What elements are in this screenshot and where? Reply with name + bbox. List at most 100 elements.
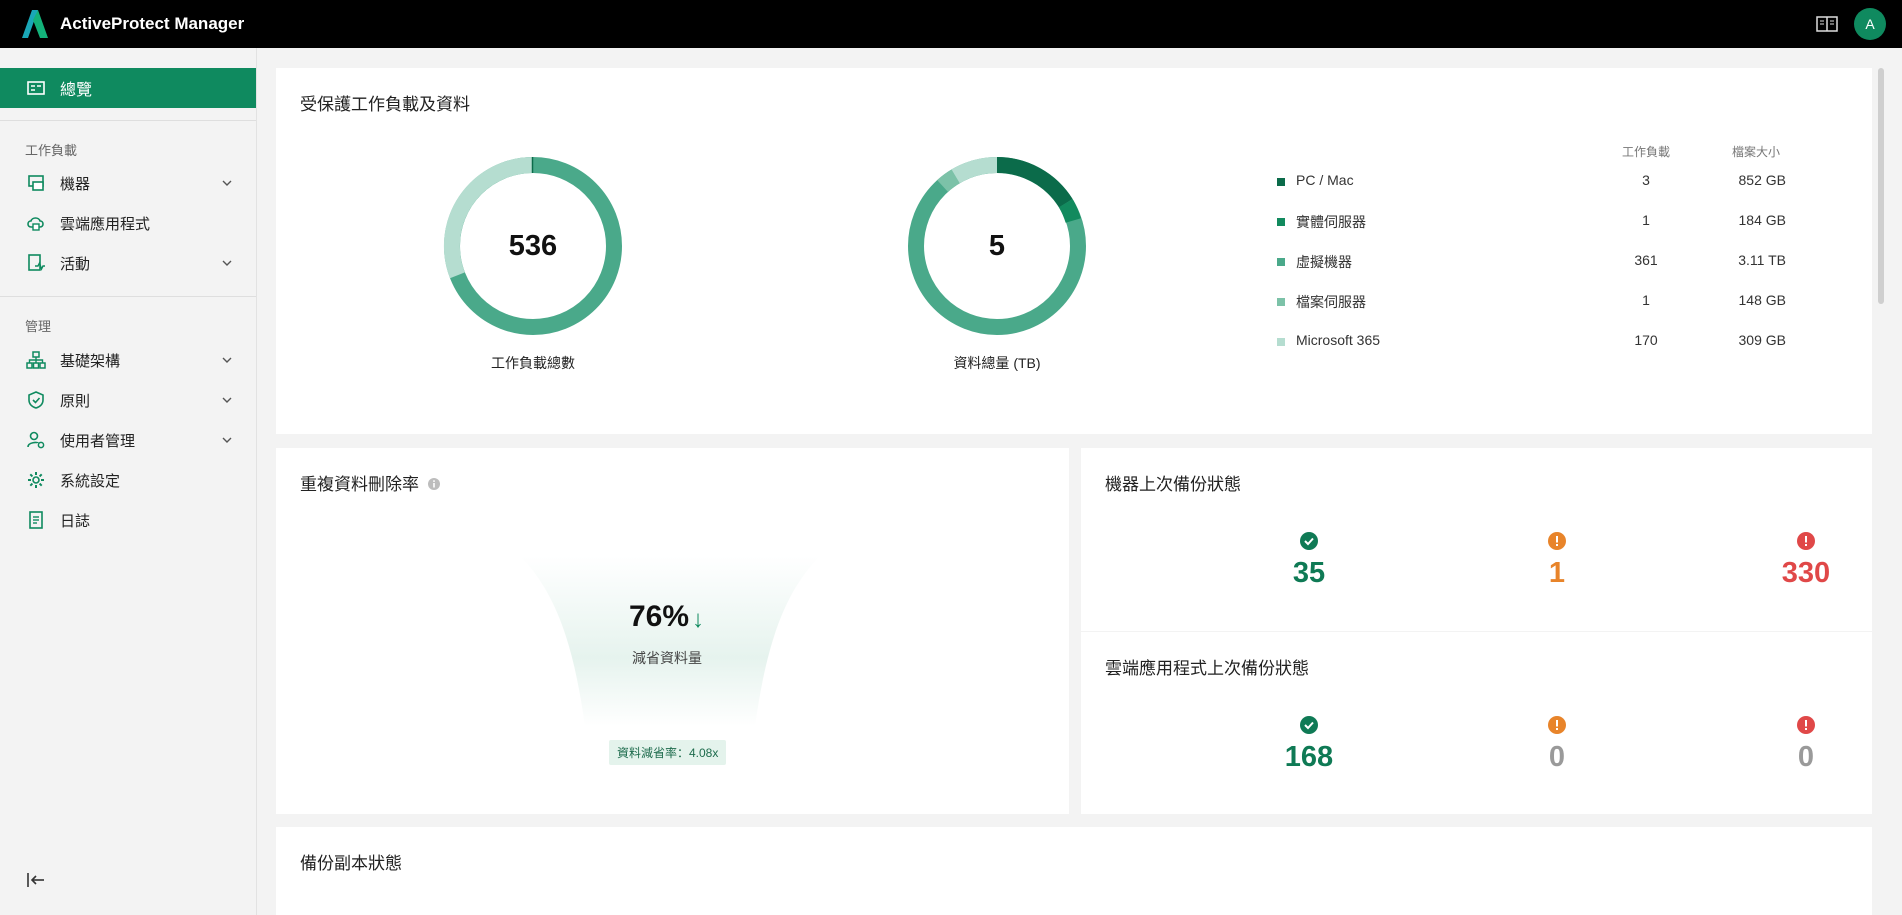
infrastructure-icon <box>26 351 46 369</box>
warning-icon <box>1548 716 1566 734</box>
shield-icon <box>28 391 44 409</box>
card-title: 機器上次備份狀態 <box>1105 475 1241 494</box>
help-book-icon[interactable] <box>1816 15 1838 33</box>
section-label-manage: 管理 <box>25 319 52 334</box>
success-check-icon <box>1300 716 1318 734</box>
activity-icon <box>28 254 45 271</box>
success-check-icon <box>1300 532 1318 550</box>
chevron-down-icon <box>222 357 232 363</box>
cloud-warning-stat: 0 <box>1477 716 1637 774</box>
legend-count: 361 <box>1634 252 1658 268</box>
sidebar-item-label: 活動 <box>60 255 91 273</box>
user-avatar[interactable]: A <box>1854 8 1886 40</box>
top-bar: ActiveProtect Manager A <box>0 0 1902 48</box>
warning-count: 1 <box>1548 557 1566 589</box>
card-title: 備份副本狀態 <box>300 854 402 873</box>
chevron-down-icon <box>222 437 232 443</box>
sidebar-item-label: 基礎架構 <box>60 352 121 370</box>
sidebar-item-label: 系統設定 <box>60 472 121 490</box>
sidebar-item-logs[interactable]: 日誌 <box>0 503 256 537</box>
error-icon <box>1797 532 1815 550</box>
sidebar-item-label: 日誌 <box>60 512 91 530</box>
machine-success-stat: 35 <box>1229 532 1389 590</box>
legend-count: 1 <box>1642 212 1650 228</box>
legend-row: 實體伺服器 1 184 GB <box>276 212 1816 232</box>
chevron-down-icon <box>222 397 232 403</box>
success-count: 168 <box>1284 741 1334 773</box>
sidebar-item-policies[interactable]: 原則 <box>0 383 256 417</box>
saved-label: 減省資料量 <box>632 650 702 666</box>
legend-row: Microsoft 365 170 309 GB <box>276 332 1816 352</box>
cloud-success-stat: 168 <box>1229 716 1389 774</box>
divider <box>0 296 256 297</box>
legend-swatch <box>1277 218 1285 226</box>
card-title: 受保護工作負載及資料 <box>300 95 470 114</box>
column-header-workload: 工作負載 <box>1621 145 1670 159</box>
error-count: 330 <box>1781 557 1831 589</box>
legend-size: 852 GB <box>1738 172 1786 188</box>
legend-size: 184 GB <box>1738 212 1786 228</box>
legend-count: 3 <box>1642 172 1650 188</box>
sidebar: 總覽 工作負載 機器 雲端應用程式 活動 管理 基礎架構 原則 使用者管理 系統… <box>0 48 257 915</box>
data-caption: 資料總量 (TB) <box>953 355 1041 371</box>
sidebar-item-label: 雲端應用程式 <box>60 215 151 233</box>
sidebar-item-system-settings[interactable]: 系統設定 <box>0 463 256 497</box>
arrow-down-icon: ↓ <box>692 606 704 633</box>
warning-icon <box>1548 532 1566 550</box>
dedup-card: 重複資料刪除率 76% ↓ 減省資料量 資料減省率：4.08x <box>276 448 1069 814</box>
overview-icon <box>27 81 45 95</box>
legend-name: Microsoft 365 <box>1296 332 1381 348</box>
page-scrollbar[interactable] <box>1878 68 1884 304</box>
legend-count: 1 <box>1642 292 1650 308</box>
legend-row: 虛擬機器 361 3.11 TB <box>276 252 1816 272</box>
warning-count: 0 <box>1548 741 1566 773</box>
cloud-icon <box>27 217 44 231</box>
chevron-down-icon <box>222 260 232 266</box>
error-icon <box>1797 716 1815 734</box>
machine-icon <box>28 175 44 191</box>
legend-size: 148 GB <box>1738 292 1786 308</box>
legend-count: 170 <box>1634 332 1658 348</box>
user-gear-icon <box>27 431 45 449</box>
legend-row: PC / Mac 3 852 GB <box>276 172 1816 192</box>
protected-workloads-card: 受保護工作負載及資料 536 工作負載總數 5 資料總量 (TB) 工作負載 檔… <box>276 68 1872 434</box>
column-header-size: 檔案大小 <box>1731 145 1780 159</box>
legend-size: 3.11 TB <box>1738 252 1786 268</box>
dedup-funnel-shape <box>520 556 820 726</box>
legend-swatch <box>1277 178 1285 186</box>
sidebar-item-overview[interactable]: 總覽 <box>0 68 256 108</box>
sidebar-item-label: 總覽 <box>60 82 93 99</box>
legend-name: 虛擬機器 <box>1296 254 1352 270</box>
sidebar-item-infrastructure[interactable]: 基礎架構 <box>0 343 256 377</box>
legend-swatch <box>1277 298 1285 306</box>
success-count: 35 <box>1292 557 1326 589</box>
sidebar-item-label: 機器 <box>60 175 91 193</box>
dedup-title: 重複資料刪除率 <box>300 475 419 494</box>
collapse-sidebar-icon[interactable] <box>26 871 46 889</box>
sidebar-item-label: 原則 <box>60 392 91 410</box>
machine-warning-stat: 1 <box>1477 532 1637 590</box>
divider <box>0 120 256 121</box>
legend-swatch <box>1277 258 1285 266</box>
dedup-percent: 76% <box>629 600 690 633</box>
app-title: ActiveProtect Manager <box>60 14 245 33</box>
legend-size: 309 GB <box>1738 332 1786 348</box>
sidebar-item-user-management[interactable]: 使用者管理 <box>0 423 256 457</box>
machine-backup-card: 機器上次備份狀態 35 1 330 <box>1081 448 1872 631</box>
sidebar-item-label: 使用者管理 <box>60 432 136 450</box>
legend-name: PC / Mac <box>1296 172 1354 188</box>
sidebar-item-cloud-apps[interactable]: 雲端應用程式 <box>0 206 256 240</box>
error-count: 0 <box>1797 741 1815 773</box>
backup-copy-card: 備份副本狀態 <box>276 827 1872 915</box>
app-logo-icon <box>22 10 48 38</box>
legend-name: 實體伺服器 <box>1296 214 1366 230</box>
section-label-workload: 工作負載 <box>25 143 78 158</box>
card-title: 重複資料刪除率 <box>300 470 441 495</box>
reduction-rate-badge: 資料減省率：4.08x <box>609 740 727 765</box>
chevron-down-icon <box>222 180 232 186</box>
sidebar-item-machines[interactable]: 機器 <box>0 166 256 200</box>
log-icon <box>29 511 43 529</box>
info-icon[interactable] <box>427 477 441 491</box>
workload-caption: 工作負載總數 <box>491 355 575 371</box>
sidebar-item-activities[interactable]: 活動 <box>0 246 256 280</box>
